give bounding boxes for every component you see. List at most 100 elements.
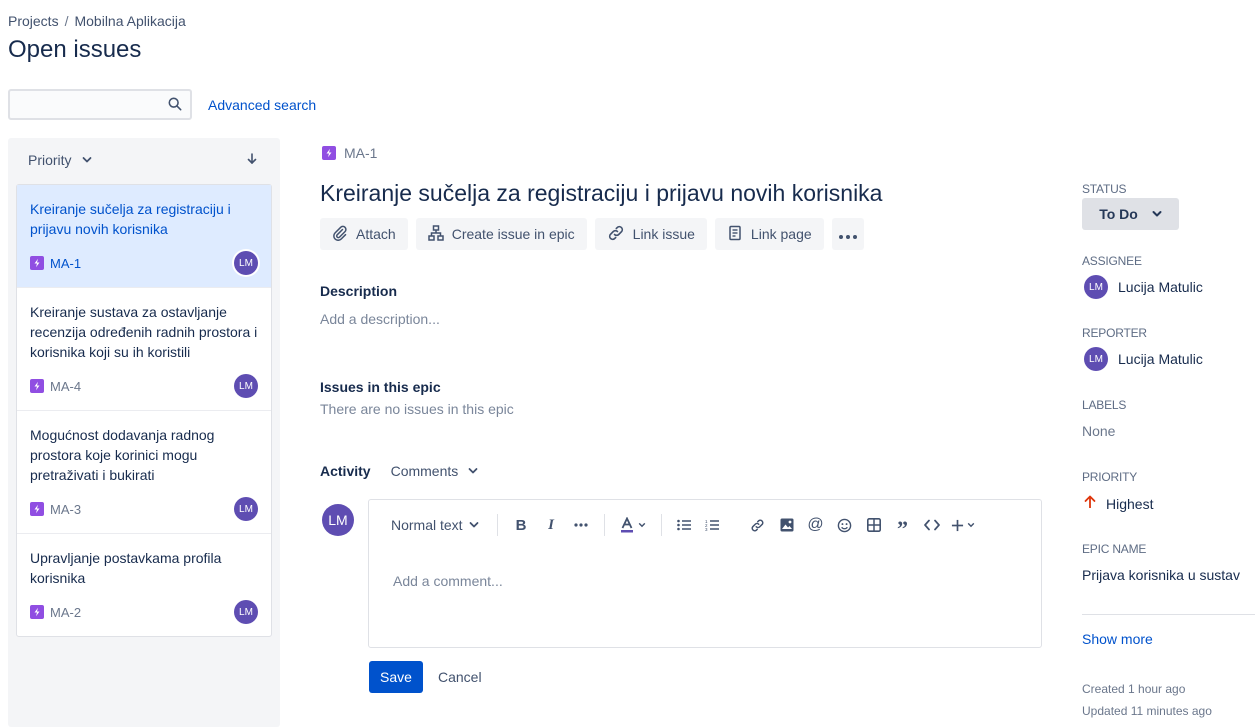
issue-card-key: MA-3 [50,501,82,517]
priority-label: PRIORITY [1082,470,1138,484]
breadcrumb-project[interactable]: Mobilna Aplikacija [74,13,185,29]
assignee-label: ASSIGNEE [1082,254,1142,268]
issue-card-ma-1[interactable]: Kreiranje sučelja za registraciju i prij… [17,185,271,288]
issue-card-title: Mogućnost dodavanja radnog prostora koje… [30,427,215,483]
sort-by-dropdown[interactable]: Priority [28,152,92,168]
more-formatting-icon[interactable] [566,509,596,541]
priority-field[interactable]: Highest [1084,495,1153,512]
search-input[interactable] [10,91,160,118]
avatar: LM [234,374,258,398]
divider [1082,614,1255,615]
emoji-icon[interactable] [830,509,859,541]
advanced-search-link[interactable]: Advanced search [208,97,316,113]
arrow-up-icon [1084,495,1096,512]
epic-icon [322,146,336,160]
epic-name-field[interactable]: Prijava korisnika u sustav [1082,567,1240,583]
insert-more-icon[interactable] [946,509,980,541]
sort-direction-icon[interactable] [244,151,260,172]
issue-card-ma-2[interactable]: Upravljanje postavkama profila korisnika… [17,534,271,636]
link-issue-button[interactable]: Link issue [594,218,707,250]
comment-editor: Normal text B I 123 @ ” Add a comment... [368,499,1042,648]
bold-icon[interactable]: B [506,509,536,541]
create-issue-in-epic-button[interactable]: Create issue in epic [415,218,587,250]
epic-icon [30,605,44,619]
show-more-link[interactable]: Show more [1082,631,1153,647]
hierarchy-icon [427,224,444,244]
description-field[interactable]: Add a description... [320,311,440,327]
issue-card-title: Kreiranje sustava za ostavljanje recenzi… [30,304,258,360]
issue-card-ma-3[interactable]: Mogućnost dodavanja radnog prostora koje… [17,411,271,534]
chevron-down-icon [468,463,478,479]
labels-label: LABELS [1082,398,1127,412]
status-label: STATUS [1082,182,1127,196]
save-button[interactable]: Save [369,661,423,693]
issue-title[interactable]: Kreiranje sučelja za registraciju i prij… [320,180,882,207]
issues-in-epic-empty: There are no issues in this epic [320,401,514,417]
assignee-name: Lucija Matulic [1118,279,1203,295]
reporter-field[interactable]: LM Lucija Matulic [1084,347,1203,371]
code-icon[interactable] [917,509,946,541]
italic-icon[interactable]: I [536,509,566,541]
quote-icon[interactable]: ” [888,509,917,541]
link-page-button[interactable]: Link page [714,218,824,250]
issue-card-title: Kreiranje sučelja za registraciju i prij… [30,201,231,237]
status-value: To Do [1099,206,1138,222]
more-actions-button[interactable] [831,218,864,250]
status-dropdown[interactable]: To Do [1082,198,1179,230]
attach-button[interactable]: Attach [320,218,408,250]
toolbar-divider [604,514,605,536]
breadcrumb-separator: / [64,13,69,29]
sort-by-label: Priority [28,152,72,168]
comment-input[interactable]: Add a comment... [393,573,503,589]
link-icon[interactable] [743,509,772,541]
avatar: LM [234,251,258,275]
link-issue-label: Link issue [632,226,695,242]
numbered-list-icon[interactable]: 123 [698,509,726,541]
chevron-down-icon [82,152,92,168]
table-icon[interactable] [859,509,888,541]
epic-icon [30,256,44,270]
search-box [8,89,192,120]
labels-field[interactable]: None [1082,423,1115,439]
issue-card-key: MA-1 [50,255,82,271]
link-icon [607,224,625,245]
epic-icon [30,502,44,516]
issues-in-epic-label: Issues in this epic [320,379,441,395]
link-page-label: Link page [750,226,812,242]
issue-key: MA-1 [344,145,378,161]
issue-card-title: Upravljanje postavkama profila korisnika [30,550,222,586]
search-icon[interactable] [168,97,182,116]
text-style-label: Normal text [391,517,463,533]
reporter-name: Lucija Matulic [1118,351,1203,367]
paperclip-icon [332,225,348,244]
activity-filter-dropdown[interactable]: Comments [391,463,479,479]
breadcrumb: Projects / Mobilna Aplikacija [8,13,186,29]
page-icon [727,225,743,244]
avatar: LM [1084,347,1108,371]
avatar: LM [322,504,354,536]
issue-key-breadcrumb[interactable]: MA-1 [322,145,377,161]
more-icon [838,226,857,242]
attach-label: Attach [356,226,396,242]
mention-icon[interactable]: @ [801,509,830,541]
text-color-icon[interactable] [613,509,653,541]
cancel-button[interactable]: Cancel [438,669,482,685]
assignee-field[interactable]: LM Lucija Matulic [1084,275,1203,299]
create-issue-in-epic-label: Create issue in epic [451,226,575,242]
description-label: Description [320,283,398,299]
bullet-list-icon[interactable] [670,509,698,541]
activity-filter-label: Comments [390,463,459,479]
epic-icon [30,379,44,393]
updated-timestamp: Updated 11 minutes ago [1082,704,1212,718]
image-icon[interactable] [772,509,801,541]
text-style-dropdown[interactable]: Normal text [369,509,489,541]
svg-text:3: 3 [705,527,708,531]
avatar: LM [234,600,258,624]
issue-card-ma-4[interactable]: Kreiranje sustava za ostavljanje recenzi… [17,288,271,411]
toolbar-divider [497,514,498,536]
issue-card-key: MA-2 [50,604,82,620]
breadcrumb-projects[interactable]: Projects [8,13,59,29]
issue-card-key: MA-4 [50,378,82,394]
epic-name-label: EPIC NAME [1082,542,1147,556]
